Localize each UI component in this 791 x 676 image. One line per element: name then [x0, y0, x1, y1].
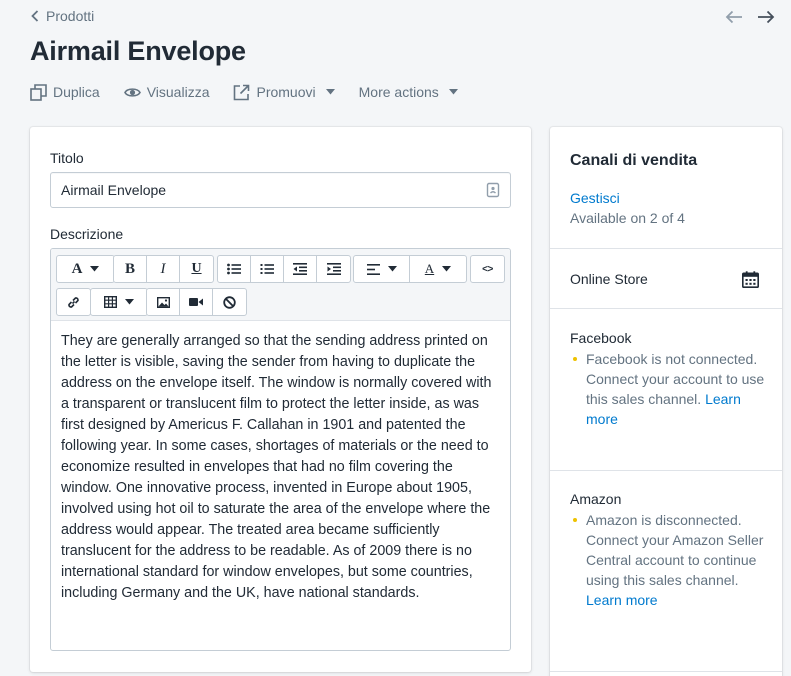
page-title: Airmail Envelope — [30, 36, 246, 66]
sales-channels-card: Canali di vendita Gestisci Available on … — [550, 127, 782, 676]
view-button[interactable]: Visualizza — [123, 82, 210, 102]
caret-down-icon — [387, 266, 397, 272]
align-left-icon — [366, 263, 380, 275]
top-bar: Prodotti — [30, 8, 775, 28]
insert-table-dropdown[interactable] — [91, 289, 147, 315]
block-icon — [223, 295, 236, 309]
align-dropdown[interactable] — [354, 256, 410, 282]
media-group — [146, 288, 247, 316]
format-group: B I U — [113, 255, 214, 283]
channel-facebook: Facebook — [570, 330, 632, 346]
divider — [550, 248, 782, 249]
numbered-list-icon — [260, 264, 274, 274]
text-color-dropdown[interactable]: A — [410, 256, 466, 282]
align-color-group: A — [353, 255, 467, 283]
previous-product-button[interactable] — [725, 8, 743, 26]
text-color-glyph: A — [424, 261, 435, 276]
outdent-icon — [293, 263, 307, 275]
indent-button[interactable] — [317, 256, 350, 282]
caret-down-icon — [125, 299, 134, 305]
caret-down-icon — [442, 266, 452, 272]
underline-button[interactable]: U — [180, 256, 213, 282]
description-editor[interactable]: A B I U A <> They are generally arranged… — [50, 248, 511, 651]
chevron-left-icon — [31, 10, 39, 22]
outdent-button[interactable] — [284, 256, 317, 282]
bold-glyph: B — [124, 260, 135, 277]
eye-icon — [123, 87, 141, 97]
italic-button[interactable]: I — [147, 256, 180, 282]
breadcrumb-back-link[interactable]: Prodotti — [30, 8, 94, 24]
divider — [550, 308, 782, 309]
more-actions-dropdown[interactable]: More actions — [359, 82, 458, 102]
channel-amazon: Amazon — [570, 491, 622, 507]
code-glyph: <> — [482, 263, 493, 275]
bold-button[interactable]: B — [114, 256, 147, 282]
insert-video-button[interactable] — [180, 289, 213, 315]
caret-down-icon — [90, 266, 100, 272]
html-view-button[interactable]: <> — [471, 256, 504, 282]
sales-channels-title: Canali di vendita — [570, 152, 698, 169]
underline-glyph: U — [191, 261, 202, 276]
view-label: Visualizza — [146, 84, 210, 100]
amazon-learn-more-link[interactable]: Learn more — [586, 592, 658, 608]
page-actions: Duplica Visualizza Promuovi More actions — [30, 82, 482, 102]
insert-image-button[interactable] — [147, 289, 180, 315]
description-text[interactable]: They are generally arranged so that the … — [51, 321, 510, 614]
next-product-button[interactable] — [757, 8, 775, 26]
indent-icon — [326, 263, 341, 275]
contact-card-icon — [486, 182, 500, 198]
more-actions-label: More actions — [358, 84, 439, 100]
manage-channels-link[interactable]: Gestisci — [570, 190, 620, 206]
font-group: A — [56, 255, 115, 283]
description-label: Descrizione — [50, 226, 124, 242]
promote-dropdown[interactable]: Promuovi — [233, 82, 335, 102]
breadcrumb-label: Prodotti — [46, 8, 95, 24]
editor-toolbar: A B I U A <> — [51, 249, 510, 321]
image-icon — [156, 296, 170, 308]
arrow-left-icon — [725, 10, 742, 24]
warning-dot — [573, 357, 577, 361]
duplicate-label: Duplica — [53, 84, 100, 100]
code-group: <> — [470, 255, 505, 283]
title-label: Titolo — [50, 150, 84, 166]
amazon-status-note: Amazon is disconnected. Connect your Ama… — [570, 510, 765, 610]
divider — [550, 470, 782, 471]
warning-dot — [573, 518, 577, 522]
caret-down-icon — [325, 89, 335, 95]
duplicate-icon — [30, 83, 47, 101]
clear-formatting-button[interactable] — [213, 289, 246, 315]
link-group — [56, 288, 91, 316]
bullet-list-icon — [227, 263, 241, 275]
pager — [725, 8, 775, 26]
duplicate-button[interactable]: Duplica — [30, 82, 100, 102]
title-input[interactable]: Airmail Envelope — [50, 172, 511, 208]
table-group — [90, 288, 148, 316]
font-glyph: A — [71, 260, 83, 277]
external-link-icon — [234, 84, 250, 100]
insert-link-button[interactable] — [57, 289, 90, 315]
video-camera-icon — [189, 298, 203, 306]
link-icon — [68, 296, 79, 308]
table-icon — [104, 296, 117, 308]
amazon-status-text: Amazon is disconnected. Connect your Ama… — [586, 512, 764, 588]
italic-glyph: I — [160, 260, 166, 277]
list-group — [217, 255, 351, 283]
channels-availability: Available on 2 of 4 — [570, 210, 685, 226]
arrow-right-icon — [758, 10, 775, 24]
bullet-list-button[interactable] — [218, 256, 251, 282]
title-input-value: Airmail Envelope — [61, 182, 167, 198]
calendar-icon[interactable] — [742, 271, 759, 288]
product-details-card: Titolo Airmail Envelope Descrizione A B … — [30, 127, 531, 672]
divider — [550, 671, 782, 672]
numbered-list-button[interactable] — [251, 256, 284, 282]
font-style-dropdown[interactable]: A — [57, 256, 114, 282]
channel-online-store: Online Store — [570, 271, 648, 287]
caret-down-icon — [448, 89, 458, 95]
promote-label: Promuovi — [256, 84, 316, 100]
facebook-status-note: Facebook is not connected. Connect your … — [570, 349, 765, 429]
